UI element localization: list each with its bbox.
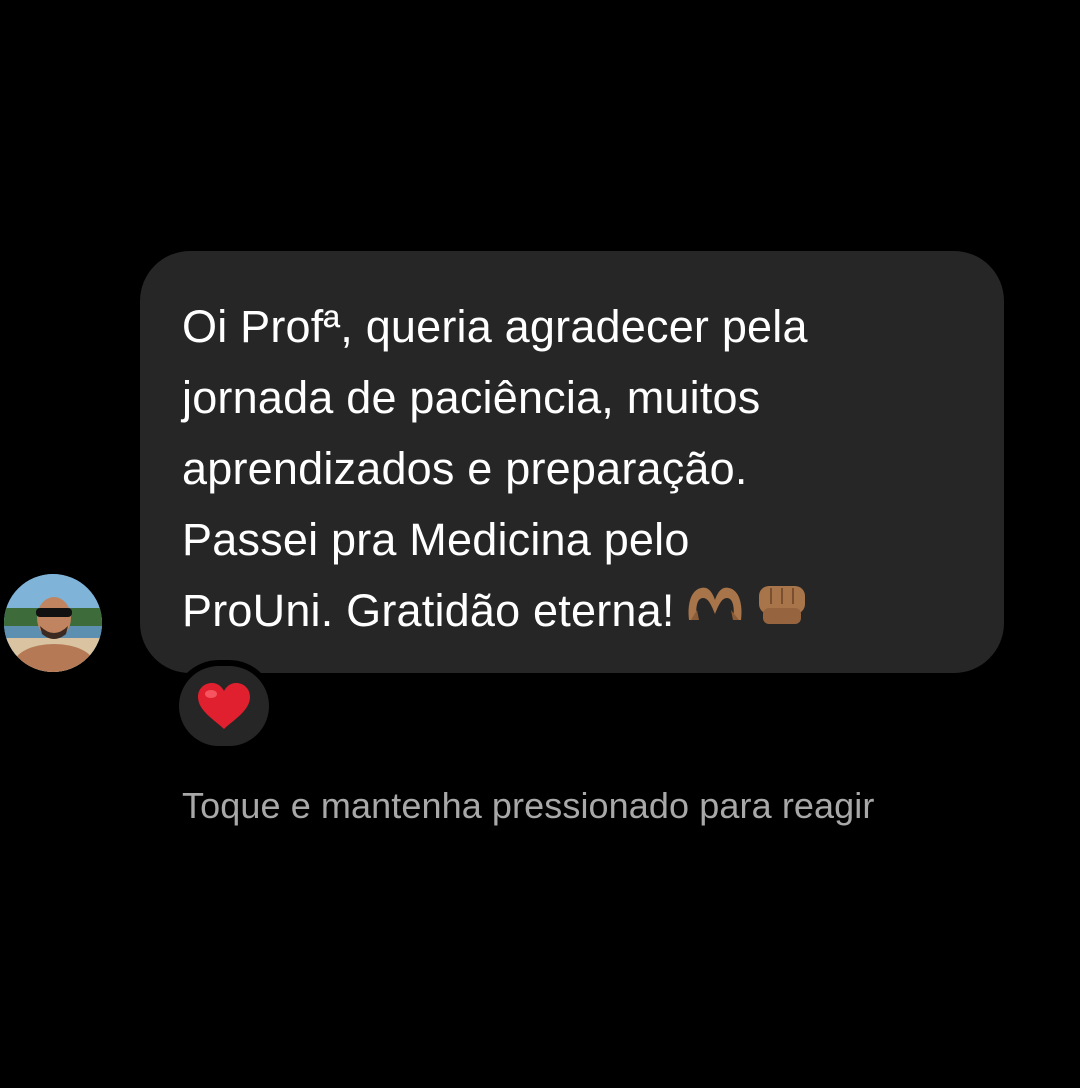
message-bubble[interactable]: Oi Profª, queria agradecer pela jornada … xyxy=(140,251,1004,673)
raised-fist-icon xyxy=(755,575,809,646)
red-heart-icon xyxy=(198,683,250,729)
avatar-photo-icon xyxy=(4,574,102,672)
react-hint-text: Toque e mantenha pressionado para reagir xyxy=(182,785,875,826)
reaction-badge[interactable] xyxy=(173,660,275,752)
sender-avatar[interactable] xyxy=(4,574,102,672)
message-text: Oi Profª, queria agradecer pela jornada … xyxy=(182,291,982,650)
heart-hands-icon xyxy=(685,575,745,646)
